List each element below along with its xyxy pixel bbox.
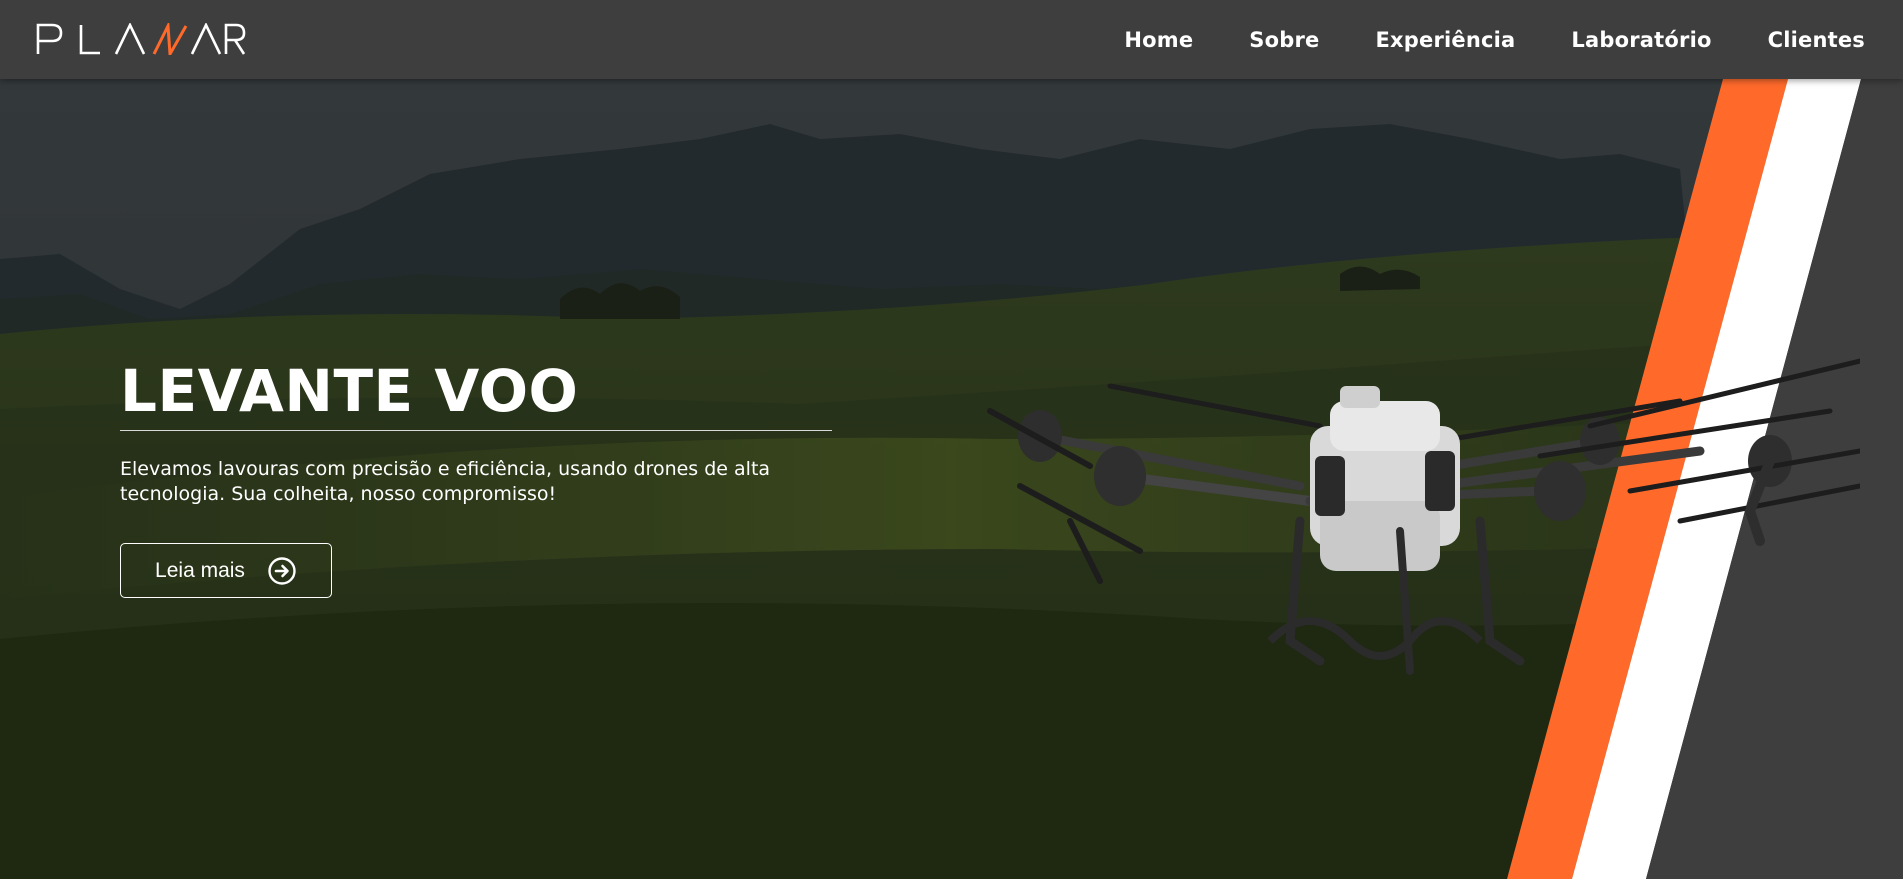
nav-home-link[interactable]: Home — [1124, 28, 1193, 52]
planar-logo[interactable] — [36, 18, 246, 60]
nav-sobre-link[interactable]: Sobre — [1249, 28, 1319, 52]
read-more-label: Leia mais — [155, 558, 245, 582]
top-navbar: Home Sobre Experiência Laboratório Clien… — [0, 0, 1903, 79]
nav-laboratorio-link[interactable]: Laboratório — [1571, 28, 1711, 52]
hero-description: Elevamos lavouras com precisão e eficiên… — [120, 458, 771, 505]
hero-title: LEVANTE VOO — [120, 357, 579, 425]
arrow-right-circle-icon — [267, 556, 297, 586]
main-nav: Home Sobre Experiência Laboratório Clien… — [1124, 0, 1865, 79]
nav-clientes-link[interactable]: Clientes — [1768, 28, 1865, 52]
hero-section: LEVANTE VOO Elevamos lavouras com precis… — [0, 79, 1903, 879]
read-more-button[interactable]: Leia mais — [120, 543, 332, 598]
agricultural-drone-image — [987, 358, 1860, 675]
planar-logo-mark — [36, 23, 246, 55]
landing-page: Home Sobre Experiência Laboratório Clien… — [0, 0, 1903, 879]
title-divider — [120, 430, 832, 431]
nav-experiencia-link[interactable]: Experiência — [1375, 28, 1515, 52]
hero-content: LEVANTE VOO Elevamos lavouras com precis… — [120, 357, 840, 598]
